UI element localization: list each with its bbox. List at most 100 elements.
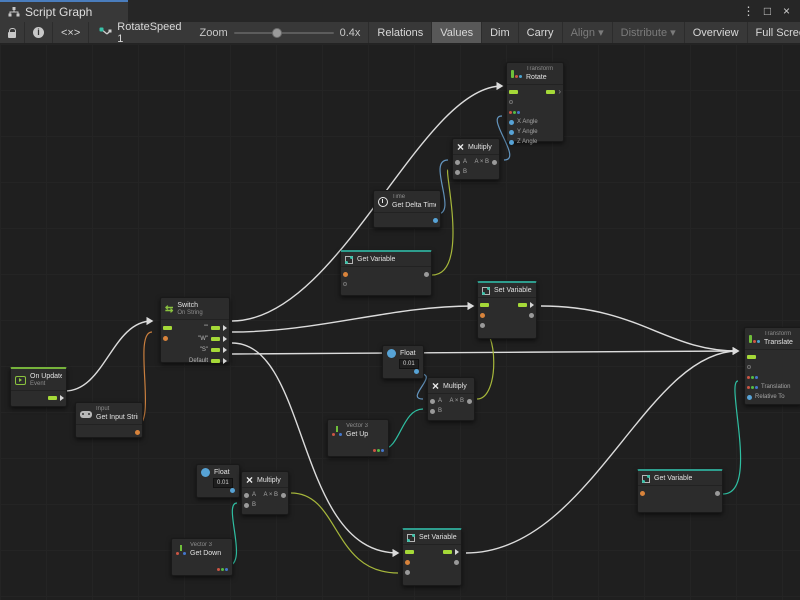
node-multiply-3[interactable]: × Multiply AA × B B	[241, 471, 289, 515]
zoom-slider[interactable]	[234, 32, 334, 34]
port-label-translation: Translation	[761, 384, 790, 390]
port-value-out[interactable]	[715, 491, 720, 496]
port-product-out[interactable]	[281, 493, 286, 498]
port-vector3-out[interactable]	[373, 449, 384, 452]
kebab-menu-icon[interactable]: ⋮	[741, 4, 756, 18]
port-translation-in[interactable]	[747, 386, 758, 389]
port-b-in[interactable]	[430, 409, 435, 414]
fullscreen-button[interactable]: Full Screen	[748, 22, 800, 43]
wire-multiply3-to-setvariable2[interactable]	[291, 493, 398, 573]
port-a-in[interactable]	[244, 493, 249, 498]
values-button[interactable]: Values	[432, 22, 482, 43]
port-y-angle-in[interactable]	[509, 130, 514, 135]
port-value-out[interactable]	[454, 560, 459, 565]
port-flow-out[interactable]	[48, 396, 57, 400]
script-graph-tab-icon	[8, 7, 20, 17]
wire-getvariable2-to-translate[interactable]	[723, 381, 741, 494]
node-vector3-get-up[interactable]: Vector 3 Get Up	[327, 419, 389, 457]
tab-script-graph[interactable]: Script Graph	[0, 0, 128, 22]
code-view-button[interactable]: <×>	[53, 22, 89, 43]
node-transform-translate[interactable]: Transform Translate Translation Relative…	[744, 327, 800, 405]
port-float-out[interactable]	[433, 218, 438, 223]
close-icon[interactable]: ×	[779, 4, 794, 18]
port-flow-out[interactable]	[546, 90, 555, 94]
port-flow-in[interactable]	[509, 90, 518, 94]
port-a-in[interactable]	[430, 399, 435, 404]
float-value-field[interactable]: 0.01	[213, 478, 233, 488]
wire-setvariable1-to-translate[interactable]	[541, 306, 738, 351]
port-flow-out-case2[interactable]	[211, 337, 220, 341]
port-z-angle-in[interactable]	[509, 140, 514, 145]
code-view-icon: <×>	[61, 27, 80, 39]
node-multiply-2[interactable]: × Multiply AA × B B	[427, 377, 475, 421]
overview-button[interactable]: Overview	[685, 22, 748, 43]
node-multiply-1[interactable]: × Multiply AA × B B	[452, 138, 500, 180]
port-flow-in[interactable]	[480, 303, 489, 307]
port-flow-out-case1[interactable]	[211, 326, 220, 330]
port-target-in[interactable]	[747, 365, 751, 369]
port-value-in[interactable]	[405, 570, 410, 575]
node-float-1[interactable]: Float 0.01	[382, 345, 424, 379]
port-string-out[interactable]	[135, 430, 140, 435]
port-product-out[interactable]	[467, 399, 472, 404]
node-float-2[interactable]: Float 0.01	[196, 464, 240, 498]
port-value-out[interactable]	[529, 313, 534, 318]
wire-getup-to-multiply2[interactable]	[383, 409, 423, 449]
node-get-input-string[interactable]: Input Get Input String	[75, 402, 143, 438]
node-title: Set Variable	[494, 286, 532, 295]
carry-button[interactable]: Carry	[519, 22, 563, 43]
align-dropdown[interactable]: Align ▾	[563, 22, 613, 43]
lock-button[interactable]	[0, 22, 25, 43]
port-value-out[interactable]	[424, 272, 429, 277]
node-get-variable-1[interactable]: Get Variable	[340, 250, 432, 296]
node-on-update[interactable]: On Update Event	[10, 367, 67, 407]
relations-button[interactable]: Relations	[369, 22, 432, 43]
float-value-field[interactable]: 0.01	[399, 359, 419, 369]
node-get-delta-time[interactable]: Time Get Delta Time	[373, 190, 441, 228]
wire-onupdate-to-switch[interactable]	[65, 321, 152, 391]
port-flow-out-case3[interactable]	[211, 348, 220, 352]
distribute-dropdown[interactable]: Distribute ▾	[613, 22, 685, 43]
wire-switch-to-translate[interactable]	[232, 351, 738, 354]
chevron-down-icon: ▾	[598, 26, 604, 39]
port-target-in[interactable]	[509, 100, 513, 104]
port-flow-in[interactable]	[163, 326, 172, 330]
node-vector3-get-down[interactable]: Vector 3 Get Down	[171, 538, 233, 576]
port-flow-out[interactable]	[518, 303, 527, 307]
port-fallback-in[interactable]	[343, 282, 347, 286]
wire-setvariable2-to-translate[interactable]	[466, 351, 738, 553]
port-label-z-angle: Z Angle	[517, 139, 537, 145]
port-vector3-out[interactable]	[217, 568, 228, 571]
port-flow-out-default[interactable]	[211, 359, 220, 363]
port-flow-in[interactable]	[747, 355, 756, 359]
port-name-in[interactable]	[405, 560, 410, 565]
port-relative-to-in[interactable]	[747, 395, 752, 400]
port-selector-in[interactable]	[163, 336, 168, 341]
port-flow-out[interactable]	[443, 550, 452, 554]
maximize-icon[interactable]: □	[760, 4, 775, 18]
port-product-out[interactable]	[492, 160, 497, 165]
graph-canvas[interactable]: On Update Event Input Get Input String ⇆…	[0, 44, 800, 600]
port-value-in[interactable]	[480, 323, 485, 328]
variable-icon	[642, 475, 650, 483]
port-flow-in[interactable]	[405, 550, 414, 554]
node-transform-rotate[interactable]: Transform Rotate › X Angle Y Angle Z Ang…	[506, 62, 564, 142]
port-name-in[interactable]	[640, 491, 645, 496]
port-b-in[interactable]	[455, 170, 460, 175]
port-float-out[interactable]	[230, 488, 235, 493]
node-set-variable-1[interactable]: Set Variable	[477, 281, 537, 339]
dim-button[interactable]: Dim	[482, 22, 519, 43]
port-a-in[interactable]	[455, 160, 460, 165]
port-b-in[interactable]	[244, 503, 249, 508]
port-name-in[interactable]	[343, 272, 348, 277]
zoom-slider-handle[interactable]	[272, 28, 282, 38]
port-name-in[interactable]	[480, 313, 485, 318]
wire-switch-to-setvariable1[interactable]	[232, 306, 473, 332]
node-switch-on-string[interactable]: ⇆ Switch On String "" "W" "S" Default	[160, 297, 230, 363]
graph-breadcrumb[interactable]: RotateSpeed 1	[89, 22, 191, 43]
node-get-variable-2[interactable]: Get Variable	[637, 469, 723, 513]
port-x-angle-in[interactable]	[509, 120, 514, 125]
node-set-variable-2[interactable]: Set Variable	[402, 528, 462, 586]
info-button[interactable]	[25, 22, 53, 43]
port-float-out[interactable]	[414, 369, 419, 374]
